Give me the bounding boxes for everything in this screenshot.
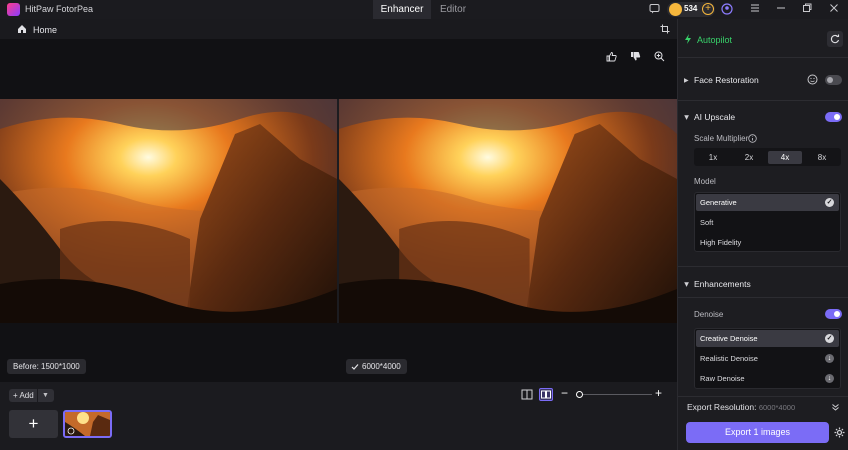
thumbs-down-icon[interactable] (630, 51, 641, 62)
scale-multiplier-label: Scale Multiplier (694, 134, 749, 143)
denoise-label: Denoise (694, 310, 724, 319)
face-icon[interactable] (807, 74, 818, 85)
face-restoration-toggle[interactable] (825, 75, 842, 85)
scale-2x[interactable]: 2x (732, 151, 766, 164)
model-label: Model (694, 177, 716, 186)
chevron-down-icon[interactable]: ▼ (42, 389, 49, 402)
ai-upscale-label[interactable]: AI Upscale (694, 112, 735, 122)
single-view-icon[interactable] (520, 388, 534, 401)
coin-icon (669, 3, 682, 16)
check-icon (351, 364, 359, 370)
home-icon[interactable] (17, 24, 27, 34)
check-circle-icon: ✓ (825, 334, 834, 343)
export-button[interactable]: Export 1 images (686, 422, 829, 443)
scale-1x[interactable]: 1x (696, 151, 730, 164)
tab-enhancer[interactable]: Enhancer (373, 0, 431, 19)
tab-editor[interactable]: Editor (431, 0, 475, 19)
denoise-raw[interactable]: Raw Denoise ↓ (696, 370, 839, 387)
before-badge: Before: 1500*1000 (7, 359, 86, 374)
app-logo (7, 3, 20, 16)
before-image (0, 99, 337, 323)
coin-count: 534 (684, 4, 698, 13)
split-view-icon[interactable] (539, 388, 553, 401)
denoise-realistic[interactable]: Realistic Denoise ↓ (696, 350, 839, 367)
export-resolution-value: 6000*4000 (758, 403, 796, 412)
add-image-tile[interactable]: + (9, 410, 58, 438)
zoom-slider-handle[interactable] (576, 391, 583, 398)
after-badge-label: 6000*4000 (362, 362, 401, 371)
add-plus-glyph: + (13, 391, 18, 400)
close-icon[interactable] (827, 3, 840, 16)
model-soft[interactable]: Soft (696, 214, 839, 231)
denoise-creative-label: Creative Denoise (700, 334, 758, 343)
restore-icon[interactable] (800, 3, 813, 16)
scale-4x[interactable]: 4x (768, 151, 802, 164)
zoom-in-icon[interactable] (654, 51, 665, 62)
crop-icon[interactable] (660, 24, 670, 34)
zoom-out-icon[interactable]: − (561, 387, 568, 400)
denoise-toggle[interactable] (825, 309, 842, 319)
double-chevron-down-icon[interactable] (831, 403, 840, 412)
lightning-icon (685, 34, 691, 44)
denoise-realistic-label: Realistic Denoise (700, 354, 758, 363)
denoise-creative[interactable]: Creative Denoise ✓ (696, 330, 839, 347)
denoise-raw-label: Raw Denoise (700, 374, 745, 383)
zoom-in-button-icon[interactable]: + (655, 387, 662, 400)
caret-down-icon[interactable]: ▶ (683, 115, 690, 120)
section-divider (678, 297, 848, 298)
enhancements-label[interactable]: Enhancements (694, 279, 751, 289)
zoom-slider[interactable] (580, 394, 652, 395)
model-high-fidelity[interactable]: High Fidelity (696, 234, 839, 251)
scale-8x[interactable]: 8x (805, 151, 839, 164)
model-generative-label: Generative (700, 198, 737, 207)
home-link[interactable]: Home (33, 25, 57, 35)
message-icon[interactable] (648, 3, 661, 16)
model-generative[interactable]: Generative ✓ (696, 194, 839, 211)
after-image (339, 99, 677, 323)
home-bar (0, 19, 677, 39)
export-resolution: Export Resolution: 6000*4000 (687, 402, 795, 412)
caret-right-icon[interactable]: ▶ (684, 77, 689, 84)
section-divider (678, 396, 848, 397)
section-divider (678, 57, 848, 58)
autopilot-label[interactable]: Autopilot (697, 35, 732, 45)
menu-icon[interactable] (748, 3, 761, 16)
section-divider (678, 266, 848, 267)
thumbs-up-icon[interactable] (606, 51, 617, 62)
user-icon[interactable] (720, 3, 733, 16)
section-divider (678, 100, 848, 101)
check-circle-icon: ✓ (825, 198, 834, 207)
add-coins-icon[interactable]: + (702, 3, 714, 15)
caret-down-icon[interactable]: ▶ (683, 282, 690, 287)
download-icon[interactable]: ↓ (825, 374, 834, 383)
info-icon[interactable] (748, 134, 757, 143)
image-thumbnail[interactable] (63, 410, 112, 438)
refresh-icon[interactable] (827, 31, 843, 47)
add-button-label: Add (19, 391, 34, 400)
export-resolution-label: Export Resolution: (687, 402, 757, 412)
face-restoration-label[interactable]: Face Restoration (694, 75, 759, 85)
download-icon[interactable]: ↓ (825, 354, 834, 363)
gear-icon[interactable] (834, 427, 845, 438)
add-separator (37, 389, 38, 402)
ai-upscale-toggle[interactable] (825, 112, 842, 122)
minimize-icon[interactable] (774, 3, 787, 16)
app-title: HitPaw FotorPea (25, 4, 94, 14)
